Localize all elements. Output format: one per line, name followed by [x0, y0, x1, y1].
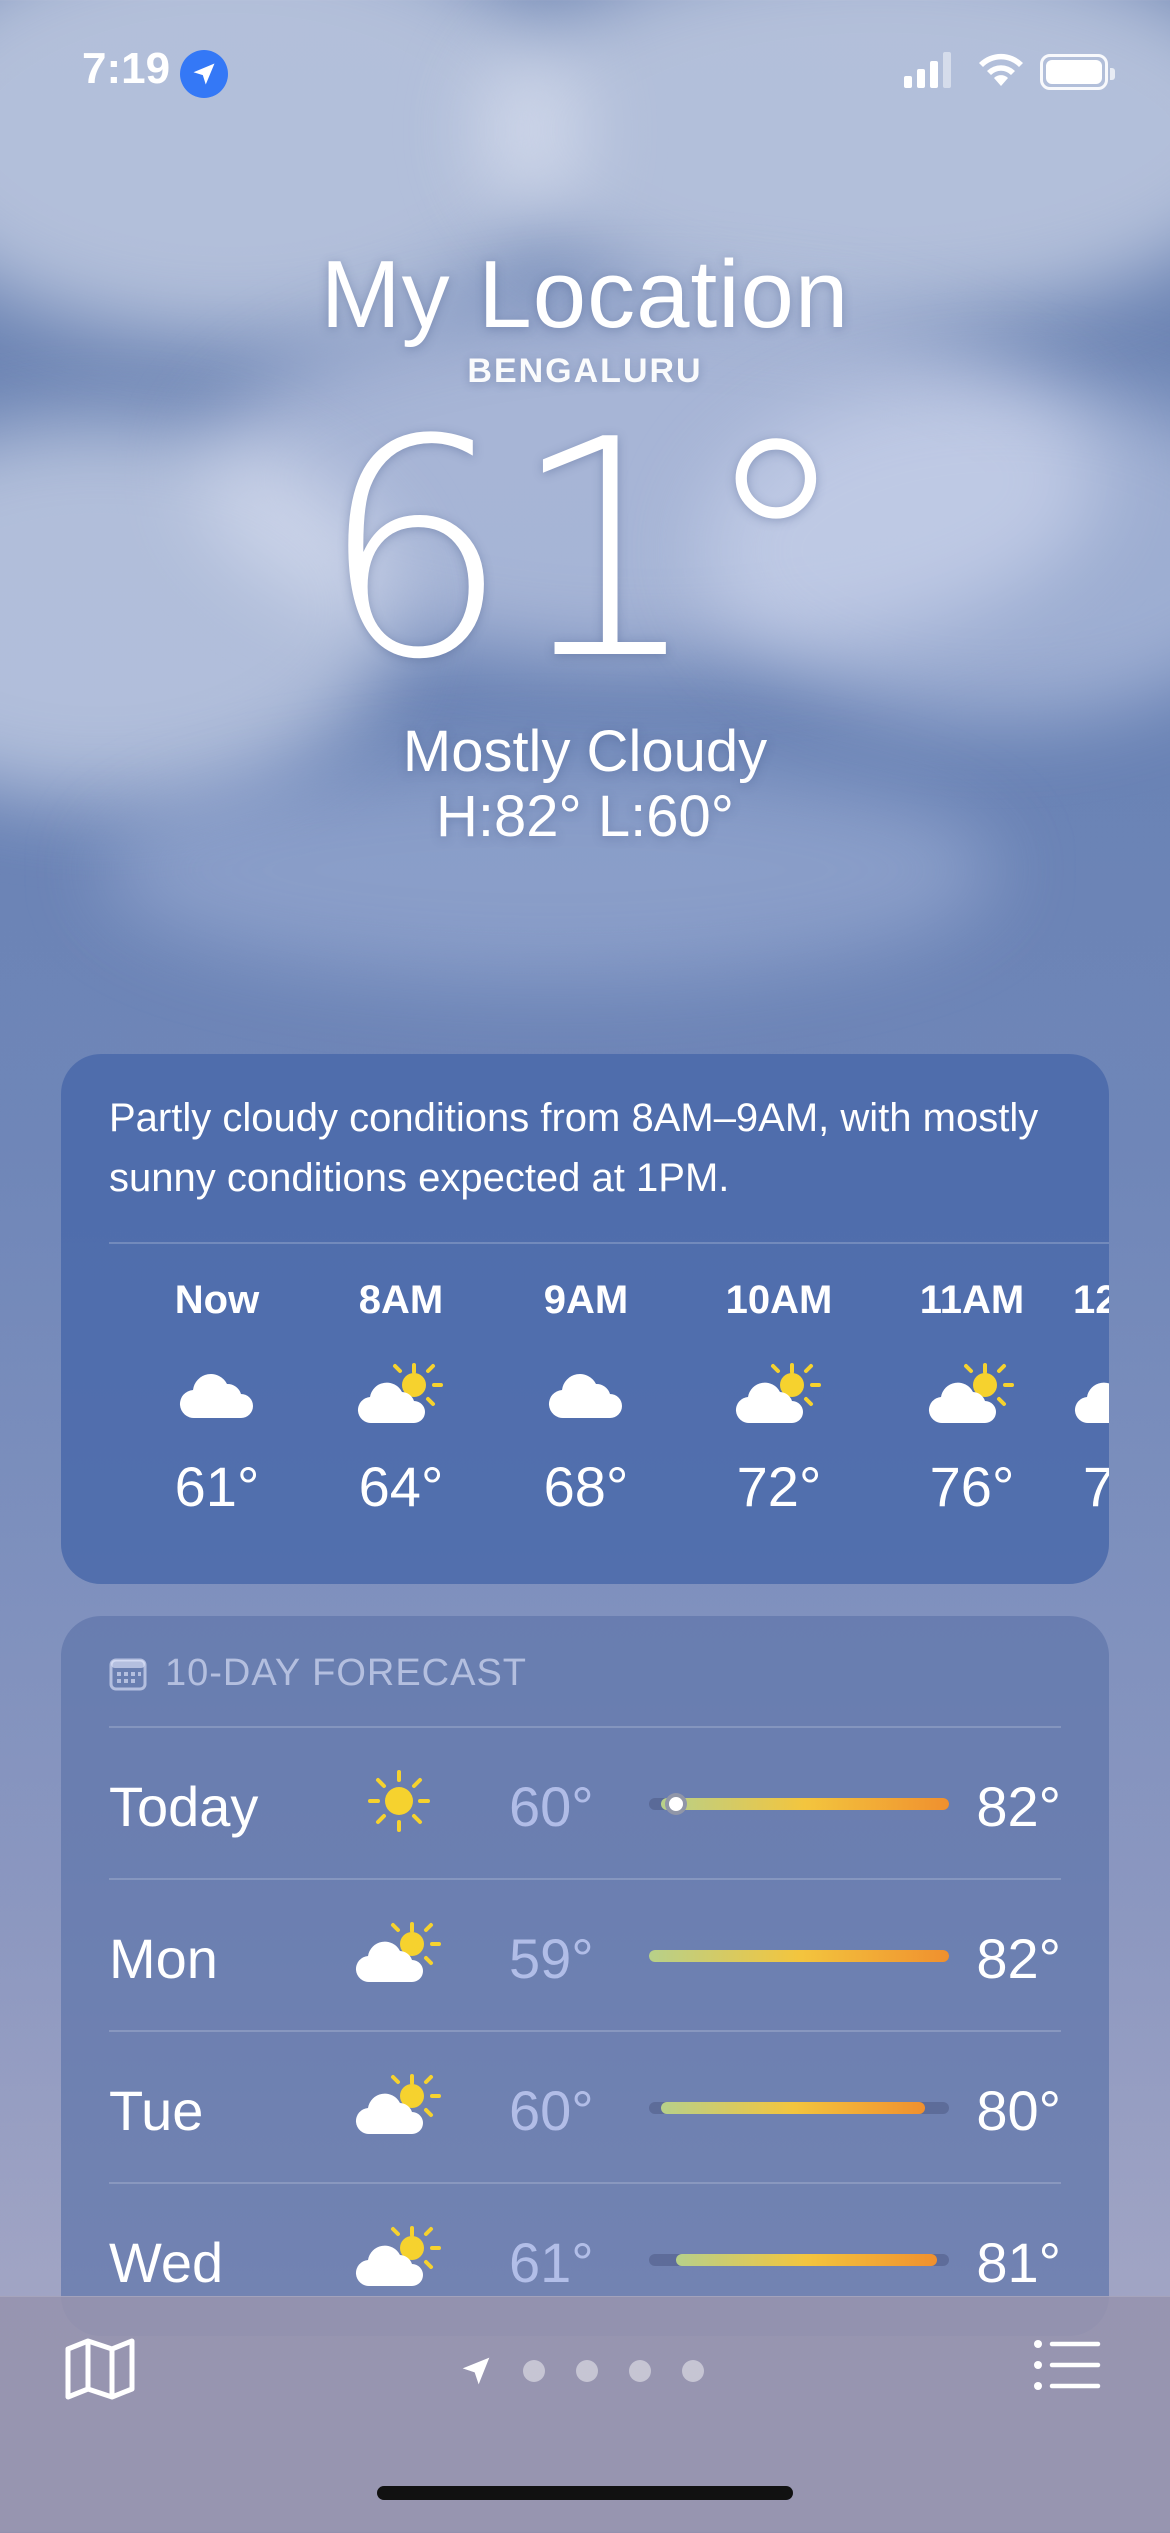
forecast-high: 82° [976, 1927, 1061, 1990]
forecast-day: Today [109, 1775, 259, 1838]
page-indicator[interactable] [460, 2355, 704, 2387]
current-condition: Mostly Cloudy [402, 719, 768, 784]
battery-icon [1040, 54, 1115, 90]
location-city: BENGALURU [467, 352, 703, 390]
ten-day-forecast-card[interactable]: 10-DAY FORECAST Today 60° 82° Mon 59° 82… [61, 1616, 1109, 2336]
list-icon[interactable] [1034, 2339, 1102, 2391]
forecast-row[interactable]: Today 60° 82° [109, 1726, 1061, 1878]
cloud-icon [137, 1334, 297, 1454]
forecast-high: 82° [976, 1775, 1061, 1838]
hour-temp: 76° [929, 1455, 1015, 1518]
cloud-icon [506, 1334, 666, 1454]
hour-temp: 72° [736, 1455, 822, 1518]
hour-label: 9AM [543, 1278, 629, 1322]
location-title: My Location [320, 241, 850, 348]
forecast-header: 10-DAY FORECAST [109, 1652, 527, 1695]
hour-label: 8AM [358, 1278, 444, 1322]
temp-range-fill [661, 2102, 925, 2114]
sun-icon [349, 1756, 449, 1846]
forecast-row[interactable]: Mon 59° 82° [109, 1878, 1061, 2030]
hourly-forecast-card[interactable]: Partly cloudy conditions from 8AM–9AM, w… [61, 1054, 1109, 1584]
partly-sunny-icon [699, 1334, 859, 1454]
partly-sunny-icon [349, 2060, 449, 2150]
status-bar: 7:19 [0, 0, 1170, 150]
hour-temp: 68° [543, 1455, 629, 1518]
forecast-day: Mon [109, 1927, 218, 1990]
hour-item: 12PM 79° [1071, 1278, 1109, 1519]
partly-sunny-icon [349, 1908, 449, 1998]
current-location-page-icon[interactable] [460, 2355, 492, 2387]
forecast-row[interactable]: Tue 60° 80° [109, 2030, 1061, 2182]
hourly-scroller[interactable]: Now 61° 8AM 64° 9AM 68° 10AM 72° 11AM 76… [61, 1278, 1109, 1578]
hour-label: 11AM [919, 1278, 1025, 1322]
forecast-high: 81° [976, 2231, 1061, 2294]
hour-label: 10AM [725, 1278, 833, 1322]
divider [109, 1242, 1109, 1244]
hour-label: Now [174, 1278, 260, 1322]
map-icon[interactable] [64, 2337, 136, 2401]
wifi-icon [979, 53, 1023, 86]
page-dot[interactable] [629, 2360, 651, 2382]
partly-sunny-icon [321, 1334, 481, 1454]
partly-sunny-icon [349, 2212, 449, 2302]
location-arrow-icon [180, 50, 228, 98]
temp-range-fill [649, 1950, 949, 1962]
hour-item: 8AM 64° [321, 1278, 481, 1519]
hour-temp: 79° [1083, 1455, 1109, 1518]
temp-range-bar [649, 1950, 949, 1962]
hour-label: 12PM [1073, 1278, 1109, 1322]
hourly-summary: Partly cloudy conditions from 8AM–9AM, w… [109, 1096, 1039, 1200]
status-time: 7:19 [82, 44, 171, 93]
temp-range-bar [649, 2254, 949, 2266]
hour-item: 10AM 72° [699, 1278, 859, 1519]
hour-item: 11AM 76° [892, 1278, 1052, 1519]
forecast-low: 59° [509, 1927, 594, 1990]
hour-temp: 61° [174, 1455, 260, 1518]
forecast-high: 80° [976, 2079, 1061, 2142]
hour-item: Now 61° [137, 1278, 297, 1519]
cellular-signal-icon [904, 52, 951, 88]
home-indicator[interactable] [377, 2486, 793, 2500]
high-low: H:82° L:60° [436, 784, 734, 849]
forecast-day: Wed [109, 2231, 224, 2294]
page-dot[interactable] [682, 2360, 704, 2382]
current-weather: My Location BENGALURU 61° Mostly Cloudy … [0, 240, 1170, 849]
forecast-low: 60° [509, 1775, 594, 1838]
temp-range-fill [661, 1798, 949, 1810]
forecast-header-label: 10-DAY FORECAST [165, 1652, 528, 1694]
page-dot[interactable] [523, 2360, 545, 2382]
calendar-icon [109, 1658, 147, 1690]
current-temperature: 61° [319, 376, 851, 725]
temp-range-bar [649, 1793, 949, 1815]
partly-sunny-icon [892, 1334, 1052, 1454]
forecast-day: Tue [109, 2079, 204, 2142]
forecast-low: 60° [509, 2079, 594, 2142]
current-temp-marker [665, 1793, 687, 1815]
hour-item: 9AM 68° [506, 1278, 666, 1519]
hour-temp: 64° [358, 1455, 444, 1518]
page-dot[interactable] [576, 2360, 598, 2382]
forecast-low: 61° [509, 2231, 594, 2294]
partly-sunny-icon [1071, 1334, 1109, 1454]
temp-range-fill [676, 2254, 937, 2266]
temp-range-bar [649, 2102, 949, 2114]
